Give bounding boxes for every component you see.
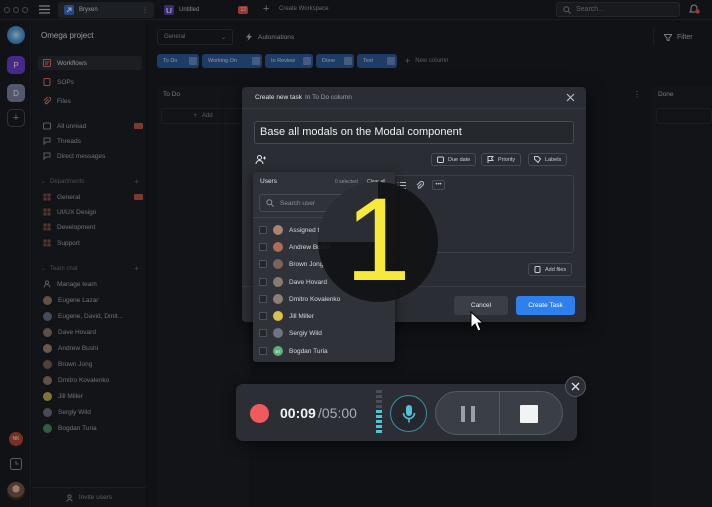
file-icon [534, 266, 541, 273]
checkbox[interactable] [259, 329, 267, 337]
search-icon [266, 199, 274, 207]
level-bar [376, 395, 382, 398]
elapsed-time: 00:09 [280, 405, 316, 421]
total-time: /05:00 [318, 405, 357, 421]
checkbox[interactable] [259, 260, 267, 268]
level-bar [376, 390, 382, 393]
due-date-button[interactable]: Due date [431, 153, 477, 166]
close-icon[interactable] [566, 93, 575, 102]
checkbox[interactable] [259, 278, 267, 286]
create-task-button[interactable]: Create Task [516, 296, 575, 315]
modal-header: Create new task In To Do column [242, 87, 586, 109]
task-title-input[interactable]: Base all modals on the Modal component [254, 121, 574, 144]
checkbox[interactable] [259, 347, 267, 355]
avatar [273, 328, 283, 338]
modal-title: Create new task [255, 94, 302, 101]
checkbox[interactable] [259, 243, 267, 251]
level-bar [376, 430, 382, 433]
record-indicator [250, 404, 269, 423]
recorder-close-button[interactable] [565, 376, 586, 397]
pause-button[interactable] [461, 406, 475, 422]
avatar: BT [273, 346, 283, 356]
controls-divider [499, 392, 500, 434]
audio-level-meter [375, 390, 384, 436]
level-bar [376, 410, 382, 413]
level-bar [376, 425, 382, 428]
flag-icon [487, 156, 494, 163]
labels-button[interactable]: Labels [528, 153, 568, 166]
checkbox[interactable] [259, 295, 267, 303]
pause-icon [461, 406, 475, 422]
tag-icon [534, 156, 541, 163]
microphone-button[interactable] [390, 395, 427, 432]
add-files-button[interactable]: Add files [528, 263, 573, 276]
recording-toolbar: 00:09 /05:00 [236, 384, 577, 441]
level-bar [376, 415, 382, 418]
checkbox[interactable] [259, 312, 267, 320]
avatar [273, 294, 283, 304]
level-bar [376, 405, 382, 408]
avatar [273, 259, 283, 269]
level-bar [376, 400, 382, 403]
user-option[interactable]: Sergiy Wild [259, 325, 389, 341]
modal-context: In To Do column [304, 94, 352, 101]
avatar [273, 277, 283, 287]
microphone-icon [402, 404, 415, 422]
checkbox[interactable] [259, 226, 267, 234]
avatar [273, 225, 283, 235]
playback-controls [435, 391, 563, 435]
countdown-number: 1 [345, 174, 411, 306]
priority-button[interactable]: Priority [481, 153, 522, 166]
user-option[interactable]: BT Bogdan Turia [259, 343, 389, 359]
avatar [273, 311, 283, 321]
dropdown-title: Users [260, 178, 277, 185]
user-option[interactable]: Jill Miller [259, 308, 389, 324]
stop-button[interactable] [520, 405, 538, 423]
avatar [273, 242, 283, 252]
close-icon [571, 382, 580, 391]
assign-user-icon[interactable] [255, 154, 266, 165]
calendar-icon [437, 156, 444, 163]
level-bar [376, 420, 382, 423]
mouse-cursor-icon [470, 311, 484, 333]
